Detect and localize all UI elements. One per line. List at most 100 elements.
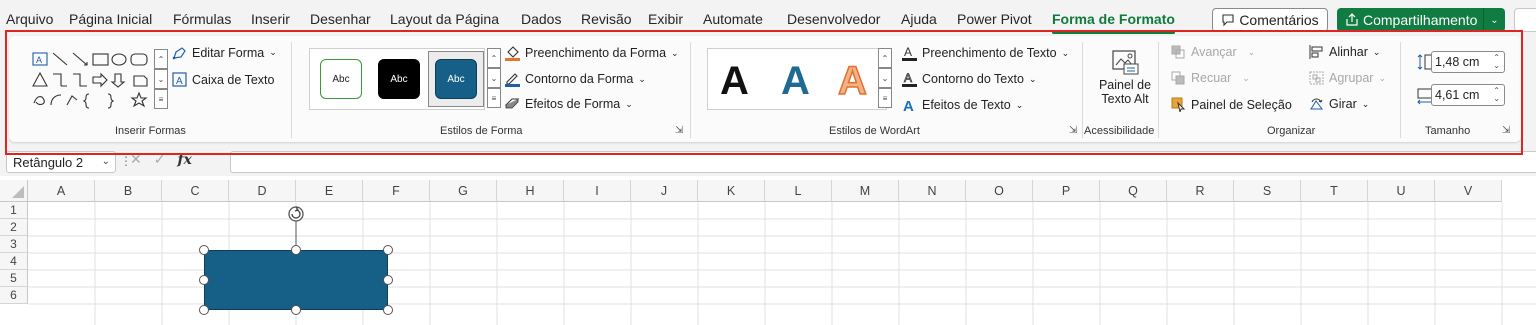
height-input[interactable]: 1,48 cm ⌃ ⌄ xyxy=(1431,51,1505,73)
shape-styles-launcher-icon[interactable]: ⇲ xyxy=(675,125,683,136)
column-header[interactable]: L xyxy=(765,180,832,202)
column-header[interactable]: Q xyxy=(1100,180,1167,202)
styles-more[interactable]: ≡ xyxy=(487,88,501,108)
style-swatch-blue[interactable]: Abc xyxy=(435,59,477,99)
width-spinner[interactable]: ⌃ ⌄ xyxy=(1493,87,1500,103)
wordart-orange[interactable]: A xyxy=(837,58,867,104)
tab-ajuda[interactable]: Ajuda xyxy=(901,11,937,27)
tab-revisao[interactable]: Revisão xyxy=(581,11,632,27)
column-header[interactable]: B xyxy=(95,180,162,202)
column-header[interactable]: I xyxy=(564,180,631,202)
resize-handle-bottom[interactable] xyxy=(291,305,301,315)
row-header[interactable]: 2 xyxy=(0,219,28,236)
resize-handle-bottom-right[interactable] xyxy=(383,305,393,315)
name-box[interactable]: Retângulo 2 ⌄ xyxy=(6,151,116,173)
column-header[interactable]: E xyxy=(296,180,363,202)
text-outline-button[interactable]: A Contorno do Texto ⌄ xyxy=(902,71,1036,87)
row-header[interactable]: 1 xyxy=(0,202,28,219)
column-header[interactable]: F xyxy=(363,180,430,202)
row-header[interactable]: 3 xyxy=(0,236,28,253)
column-header[interactable]: S xyxy=(1234,180,1301,202)
tab-dados[interactable]: Dados xyxy=(521,11,561,27)
selected-rectangle-shape[interactable] xyxy=(204,250,388,310)
chevron-down-icon[interactable]: ⌄ xyxy=(1483,8,1505,32)
resize-handle-bottom-left[interactable] xyxy=(199,305,209,315)
tab-formulas[interactable]: Fórmulas xyxy=(173,11,231,27)
shape-effects-button[interactable]: Efeitos de Forma ⌄ xyxy=(505,97,633,111)
resize-handle-right[interactable] xyxy=(383,275,393,285)
align-button[interactable]: Alinhar ⌄ xyxy=(1309,45,1380,59)
shapes-scroll-down[interactable]: ⌄ xyxy=(154,69,168,89)
tab-automate[interactable]: Automate xyxy=(703,11,763,27)
select-all-corner[interactable] xyxy=(0,180,28,202)
size-launcher-icon[interactable]: ⇲ xyxy=(1502,125,1510,136)
resize-handle-left[interactable] xyxy=(199,275,209,285)
resize-handle-top-right[interactable] xyxy=(383,245,393,255)
tab-desenvolvedor[interactable]: Desenvolvedor xyxy=(787,11,880,27)
rotate-handle-icon[interactable] xyxy=(284,203,308,251)
row-header[interactable]: 5 xyxy=(0,270,28,287)
column-header[interactable]: A xyxy=(28,180,95,202)
shapes-scroll-up[interactable]: ⌃ xyxy=(154,49,168,69)
column-header[interactable]: G xyxy=(430,180,497,202)
tab-forma-de-formato[interactable]: Forma de Formato xyxy=(1052,11,1175,34)
row-header[interactable]: 6 xyxy=(0,287,28,304)
shapes-gallery[interactable]: A xyxy=(31,50,153,112)
style-swatch-outline-green[interactable]: Abc xyxy=(320,59,362,99)
cancel-icon[interactable]: ✕ xyxy=(130,151,142,168)
wordart-scroll-down[interactable]: ⌄ xyxy=(878,68,892,88)
enter-icon[interactable]: ✓ xyxy=(154,151,166,168)
width-input[interactable]: 4,61 cm ⌃ ⌄ xyxy=(1431,84,1505,106)
wordart-gallery[interactable]: A A A xyxy=(707,48,887,110)
style-swatch-black[interactable]: Abc xyxy=(378,59,420,99)
tab-arquivo[interactable]: Arquivo xyxy=(6,11,53,27)
column-header[interactable]: T xyxy=(1301,180,1368,202)
alt-text-pane-button[interactable]: Painel de Texto Alt xyxy=(1093,44,1157,116)
chevron-down-icon[interactable]: ⌄ xyxy=(102,156,110,167)
wordart-blue[interactable]: A xyxy=(781,59,810,104)
tab-exibir[interactable]: Exibir xyxy=(648,11,683,27)
extra-button[interactable] xyxy=(1514,8,1536,32)
shape-styles-gallery[interactable]: Abc Abc Abc xyxy=(309,48,485,110)
text-effects-button[interactable]: A Efeitos de Texto ⌄ xyxy=(902,97,1023,113)
column-header[interactable]: D xyxy=(229,180,296,202)
row-header[interactable]: 4 xyxy=(0,253,28,270)
column-header[interactable]: O xyxy=(966,180,1033,202)
column-header[interactable]: V xyxy=(1435,180,1502,202)
comments-button[interactable]: Comentários xyxy=(1212,8,1328,32)
tab-power-pivot[interactable]: Power Pivot xyxy=(957,11,1032,27)
column-header[interactable]: C xyxy=(162,180,229,202)
insert-function-button[interactable]: fx xyxy=(177,152,191,168)
tab-layout-da-pagina[interactable]: Layout da Página xyxy=(390,11,499,27)
column-header[interactable]: M xyxy=(832,180,899,202)
resize-handle-top[interactable] xyxy=(291,245,301,255)
selection-pane-button[interactable]: Painel de Seleção xyxy=(1171,97,1292,112)
share-button[interactable]: Compartilhamento ⌄ xyxy=(1337,8,1505,32)
styles-scroll-down[interactable]: ⌄ xyxy=(487,68,501,88)
wordart-launcher-icon[interactable]: ⇲ xyxy=(1069,125,1077,136)
tab-pagina-inicial[interactable]: Página Inicial xyxy=(69,11,152,27)
column-header[interactable]: K xyxy=(698,180,765,202)
styles-scroll-up[interactable]: ⌃ xyxy=(487,48,501,68)
resize-handle-top-left[interactable] xyxy=(199,245,209,255)
shape-outline-button[interactable]: Contorno da Forma ⌄ xyxy=(505,71,646,87)
column-header[interactable]: P xyxy=(1033,180,1100,202)
shapes-more[interactable]: ≡ xyxy=(154,89,168,109)
column-header[interactable]: R xyxy=(1167,180,1234,202)
column-header[interactable]: U xyxy=(1368,180,1435,202)
group-button[interactable]: Agrupar ⌄ xyxy=(1309,71,1386,85)
text-box-button[interactable]: A Caixa de Texto xyxy=(172,72,274,87)
column-header[interactable]: H xyxy=(497,180,564,202)
wordart-more[interactable]: ≡ xyxy=(878,88,892,108)
column-header[interactable]: J xyxy=(631,180,698,202)
column-header[interactable]: N xyxy=(899,180,966,202)
bring-forward-button[interactable]: Avançar ⌄ xyxy=(1171,45,1255,59)
text-fill-button[interactable]: A Preenchimento de Texto ⌄ xyxy=(902,45,1069,61)
wordart-black[interactable]: A xyxy=(720,59,749,104)
tab-inserir[interactable]: Inserir xyxy=(251,11,290,27)
tab-desenhar[interactable]: Desenhar xyxy=(310,11,371,27)
rotate-button[interactable]: Girar ⌄ xyxy=(1309,97,1369,111)
shape-fill-button[interactable]: Preenchimento da Forma ⌄ xyxy=(505,45,679,61)
height-spinner[interactable]: ⌃ ⌄ xyxy=(1493,54,1500,70)
send-backward-button[interactable]: Recuar ⌄ xyxy=(1171,71,1250,85)
